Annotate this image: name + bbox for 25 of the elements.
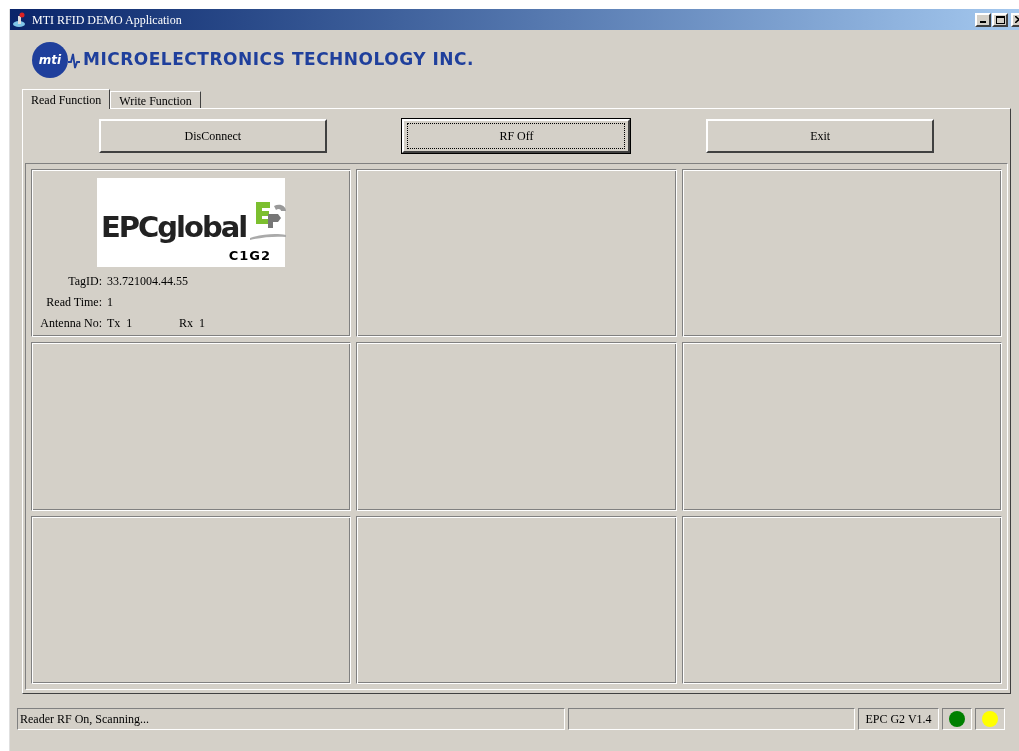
field-value: 1 <box>107 294 113 311</box>
field-label: Antenna No: <box>39 315 102 332</box>
field-label: TagID: <box>67 273 102 290</box>
field-value: 33.721004.44.55 <box>107 273 188 290</box>
class-label: C1G2 <box>228 246 271 265</box>
tab[interactable]: Write Function <box>110 91 201 108</box>
version-label: EPC G2 V1.4 <box>858 708 939 730</box>
maximize-button[interactable] <box>992 12 1008 27</box>
action-button[interactable]: DisConnect <box>98 119 327 153</box>
logo-text: EPCglobal <box>101 213 247 242</box>
action-button[interactable]: RF Off <box>402 119 631 153</box>
minimize-button[interactable] <box>975 12 991 27</box>
status-message: Reader RF On, Scanning... <box>17 708 565 730</box>
company-name: MICROELECTRONICS TECHNOLOGY INC. <box>83 48 474 72</box>
company-logo: mti <box>32 42 68 78</box>
epc-mark-icon <box>248 200 289 242</box>
tab[interactable]: Read Function <box>22 89 111 109</box>
minimize-icon <box>980 20 986 23</box>
field-value: Rx 1 <box>179 315 205 332</box>
app-icon <box>12 11 28 28</box>
maximize-icon <box>995 15 1005 24</box>
action-button[interactable]: Exit <box>706 119 935 153</box>
field-label: Read Time: <box>45 294 102 311</box>
window-title: MTI RFID DEMO Application <box>32 11 182 29</box>
field-value: Tx 1 <box>107 315 134 332</box>
